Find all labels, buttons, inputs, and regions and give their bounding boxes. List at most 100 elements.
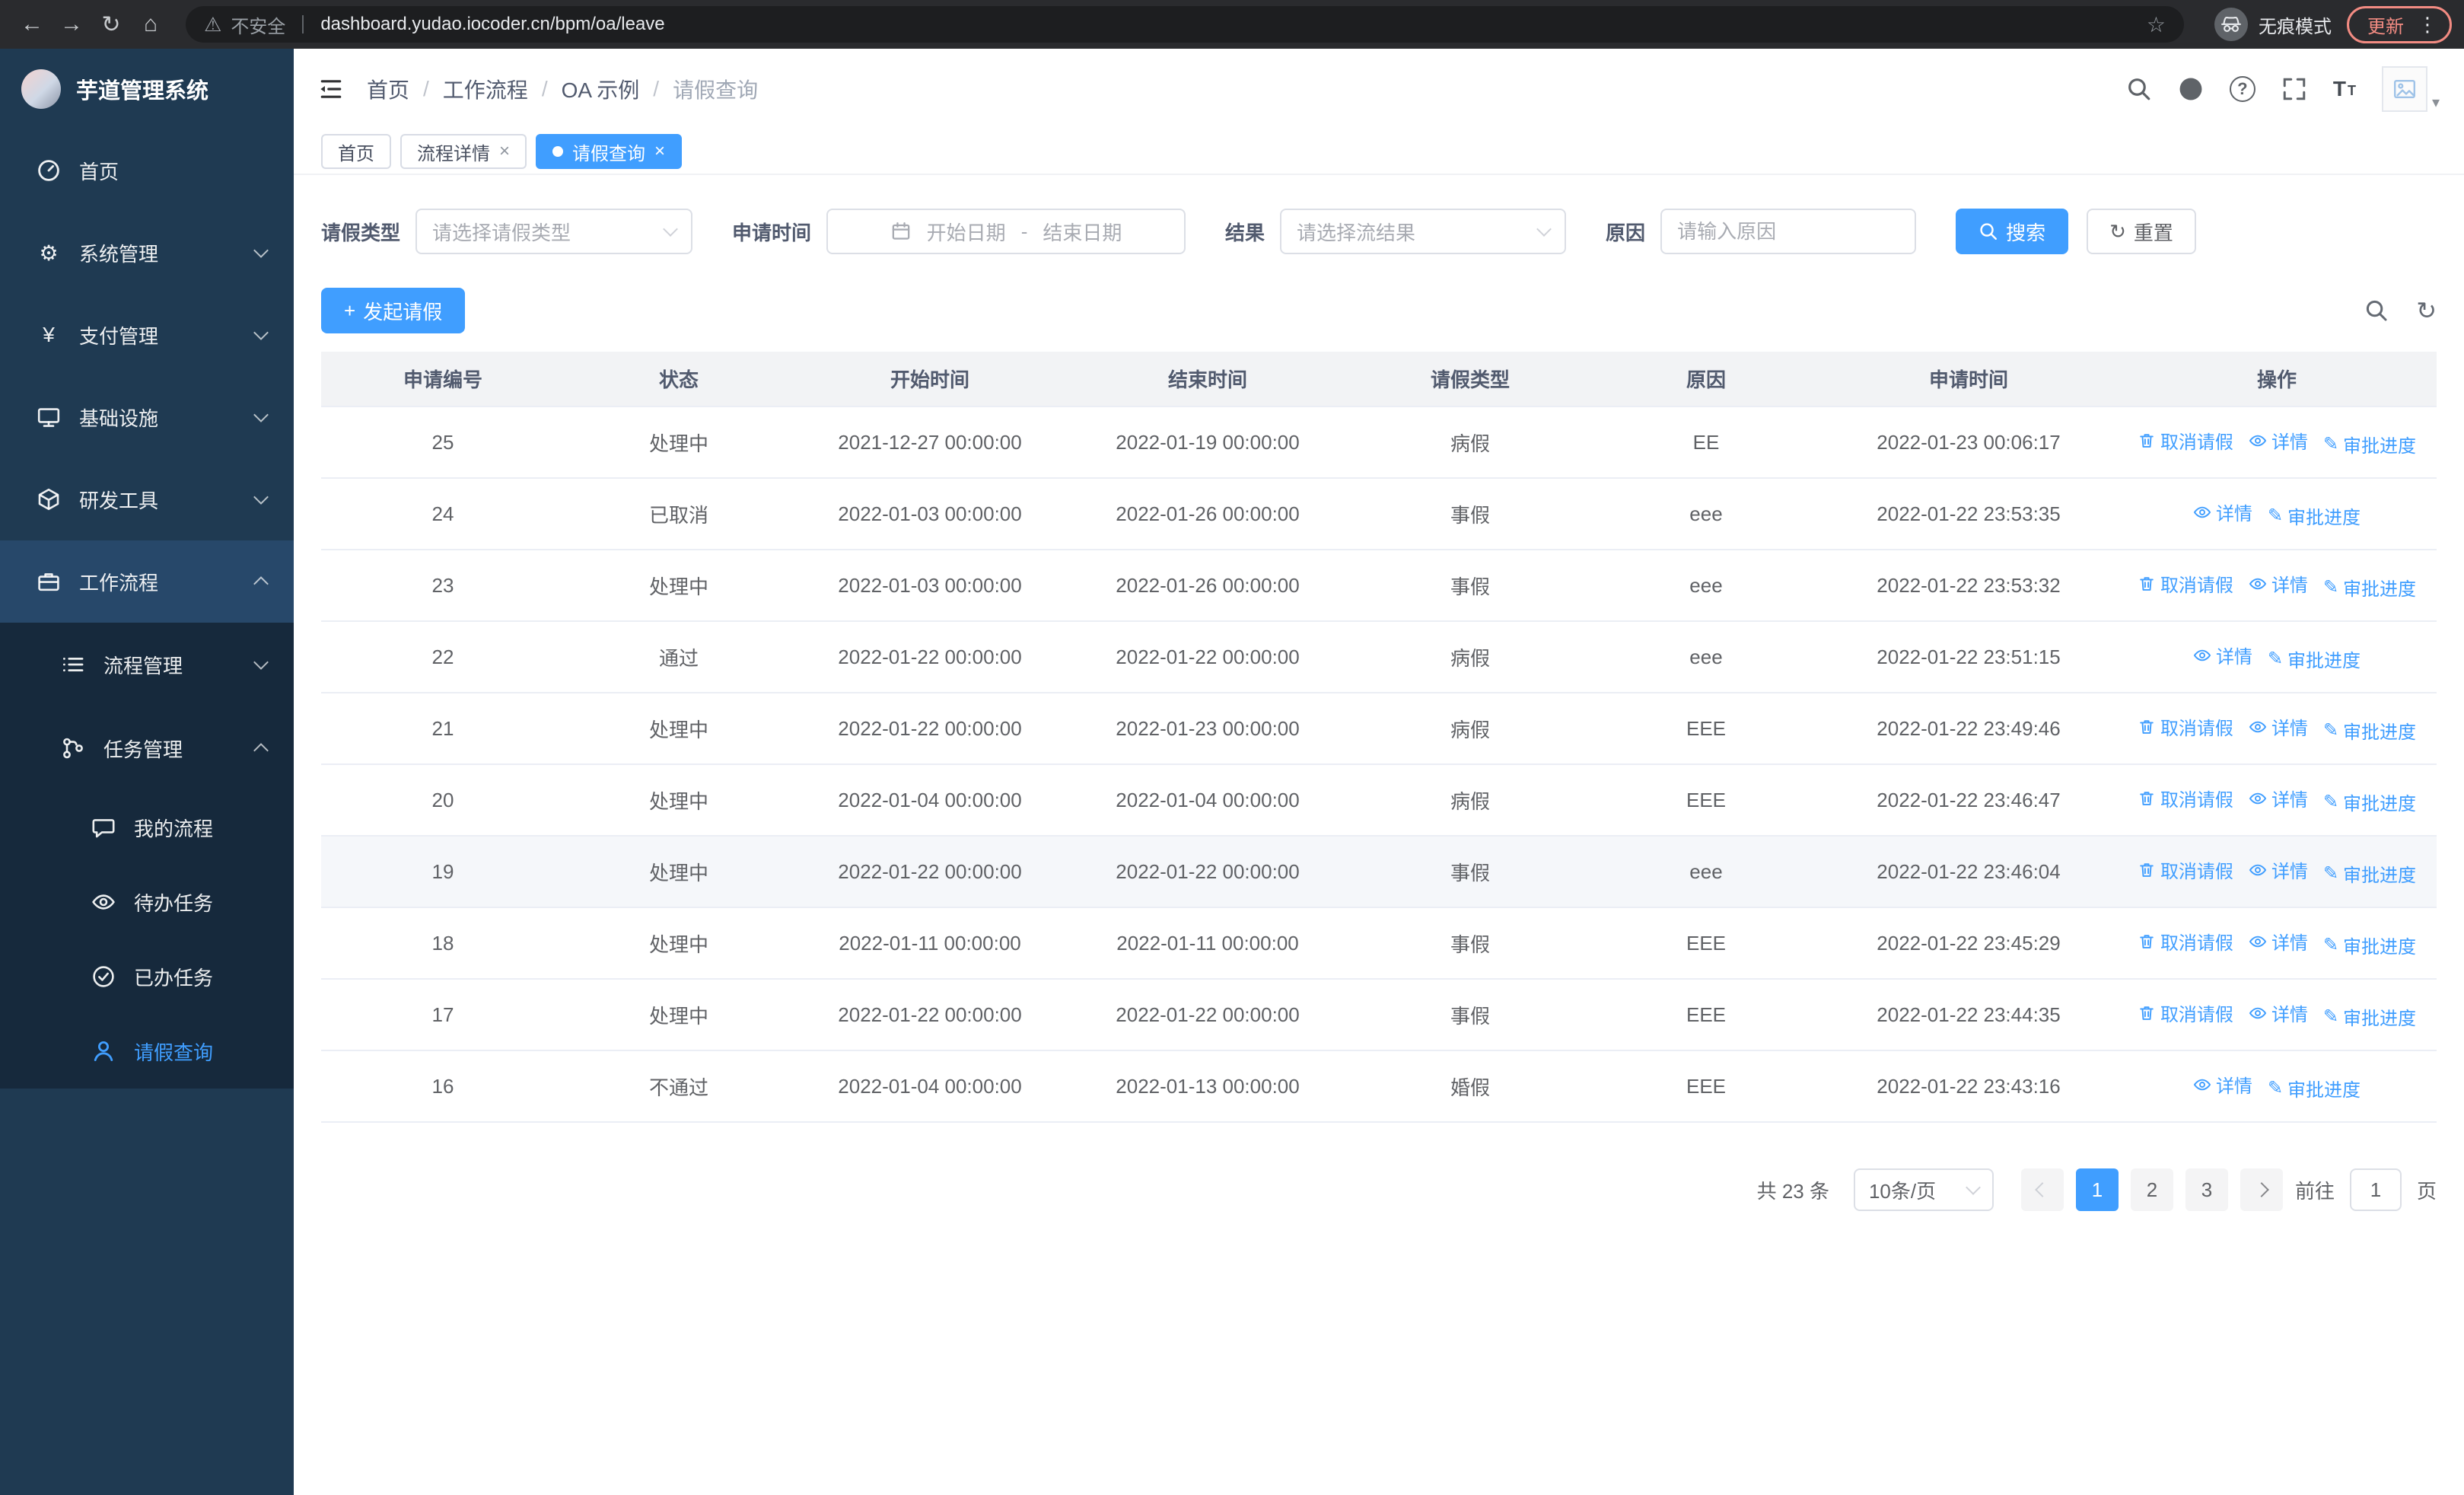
tab-leave-query[interactable]: 请假查询 × [536, 134, 683, 169]
sidebar-collapse-button[interactable] [318, 76, 344, 102]
eye-icon [2249, 575, 2267, 593]
fullscreen-icon[interactable] [2281, 76, 2307, 102]
search-button[interactable]: 搜索 [1956, 209, 2069, 254]
breadcrumb-item-home[interactable]: 首页 [367, 74, 409, 104]
search-toggle-icon[interactable] [2364, 298, 2389, 323]
sidebar-item-infrastructure[interactable]: 基础设施 [0, 376, 294, 458]
detail-link[interactable]: 详情 [2249, 713, 2308, 740]
cancel-leave-link[interactable]: 取消请假 [2138, 785, 2233, 811]
update-button[interactable]: 更新 ⋮ [2347, 5, 2452, 43]
tab-home[interactable]: 首页 [321, 134, 391, 169]
sidebar: 芋道管理系统 首页 ⚙ 系统管理 ¥ 支付管理 基础设施 研发工具 工作流程 流… [0, 49, 294, 1495]
tab-process-detail[interactable]: 流程详情 × [400, 134, 527, 169]
table-row[interactable]: 19 处理中 2022-01-22 00:00:00 2022-01-22 00… [321, 836, 2437, 908]
page-button-1[interactable]: 1 [2075, 1168, 2119, 1211]
sidebar-item-my-process[interactable]: 我的流程 [0, 790, 294, 865]
sidebar-item-process-mgmt[interactable]: 流程管理 [0, 623, 294, 706]
reload-icon[interactable]: ↻ [91, 5, 131, 44]
browser-menu-icon[interactable]: ⋮ [2418, 13, 2437, 37]
detail-link[interactable]: 详情 [2193, 642, 2252, 668]
approval-progress-link[interactable]: ✎ 审批进度 [2323, 717, 2416, 744]
detail-link[interactable]: 详情 [2249, 785, 2308, 811]
leave-type-select[interactable]: 请选择请假类型 [415, 209, 693, 254]
sidebar-item-task-mgmt[interactable]: 任务管理 [0, 706, 294, 790]
table-row[interactable]: 17 处理中 2022-01-22 00:00:00 2022-01-22 00… [321, 979, 2437, 1051]
goto-page-input[interactable] [2349, 1168, 2402, 1211]
approval-progress-link[interactable]: ✎ 审批进度 [2323, 574, 2416, 601]
approval-progress-link[interactable]: ✎ 审批进度 [2323, 1003, 2416, 1030]
apply-time-range-picker[interactable]: 开始日期 - 结束日期 [826, 209, 1186, 254]
detail-link[interactable]: 详情 [2193, 1071, 2252, 1098]
detail-link[interactable]: 详情 [2249, 928, 2308, 955]
start-date-placeholder: 开始日期 [926, 221, 1006, 244]
cancel-leave-link[interactable]: 取消请假 [2138, 928, 2233, 955]
refresh-icon[interactable]: ↻ [2416, 298, 2437, 323]
home-icon[interactable]: ⌂ [131, 5, 170, 44]
cancel-leave-link[interactable]: 取消请假 [2138, 999, 2233, 1026]
approval-progress-link[interactable]: ✎ 审批进度 [2268, 1075, 2361, 1101]
sidebar-item-home[interactable]: 首页 [0, 129, 294, 212]
create-leave-button[interactable]: + 发起请假 [321, 288, 466, 333]
table-row[interactable]: 24 已取消 2022-01-03 00:00:00 2022-01-26 00… [321, 478, 2437, 550]
detail-link[interactable]: 详情 [2249, 427, 2308, 454]
reset-button[interactable]: ↻ 重置 [2087, 209, 2196, 254]
forward-icon[interactable]: → [52, 5, 91, 44]
page-button-2[interactable]: 2 [2130, 1168, 2173, 1211]
table-row[interactable]: 18 处理中 2022-01-11 00:00:00 2022-01-11 00… [321, 907, 2437, 980]
sidebar-item-system-mgmt[interactable]: ⚙ 系统管理 [0, 212, 294, 294]
edit-icon: ✎ [2322, 719, 2339, 741]
table-row[interactable]: 25 处理中 2021-12-27 00:00:00 2022-01-19 00… [321, 406, 2437, 479]
approval-progress-link[interactable]: ✎ 审批进度 [2323, 860, 2416, 887]
security-label[interactable]: 不安全 [231, 11, 285, 38]
detail-link[interactable]: 详情 [2249, 570, 2308, 597]
col-apply-time: 申请时间 [1820, 352, 2117, 407]
user-icon [91, 1039, 116, 1063]
reason-input[interactable] [1660, 209, 1917, 254]
approval-progress-link[interactable]: ✎ 审批进度 [2323, 789, 2416, 815]
help-icon[interactable]: ? [2229, 76, 2255, 102]
detail-link[interactable]: 详情 [2249, 856, 2308, 883]
back-icon[interactable]: ← [12, 5, 52, 44]
sidebar-item-done-tasks[interactable]: 已办任务 [0, 939, 294, 1014]
approval-progress-link[interactable]: ✎ 审批进度 [2268, 502, 2361, 529]
table-row[interactable]: 20 处理中 2022-01-04 00:00:00 2022-01-04 00… [321, 764, 2437, 837]
table-row[interactable]: 23 处理中 2022-01-03 00:00:00 2022-01-26 00… [321, 550, 2437, 622]
github-icon[interactable] [2178, 76, 2204, 102]
approval-progress-link[interactable]: ✎ 审批进度 [2323, 431, 2416, 457]
approval-progress-link[interactable]: ✎ 审批进度 [2323, 932, 2416, 958]
close-icon[interactable]: × [654, 142, 665, 161]
search-icon[interactable] [2126, 76, 2152, 102]
sidebar-item-dev-tools[interactable]: 研发工具 [0, 458, 294, 540]
approval-progress-link[interactable]: ✎ 审批进度 [2268, 645, 2361, 672]
close-icon[interactable]: × [499, 142, 510, 161]
breadcrumb-item-oa-example[interactable]: OA 示例 [562, 74, 640, 104]
font-size-icon[interactable]: TT [2333, 78, 2356, 100]
eye-icon [91, 890, 116, 914]
app-logo[interactable]: 芋道管理系统 [0, 49, 294, 129]
sidebar-item-payment-mgmt[interactable]: ¥ 支付管理 [0, 294, 294, 376]
detail-link[interactable]: 详情 [2249, 999, 2308, 1026]
cancel-leave-link[interactable]: 取消请假 [2138, 427, 2233, 454]
table-row[interactable]: 16 不通过 2022-01-04 00:00:00 2022-01-13 00… [321, 1050, 2437, 1123]
sidebar-item-leave-query[interactable]: 请假查询 [0, 1014, 294, 1089]
url-bar[interactable]: ⚠ 不安全 dashboard.yudao.iocoder.cn/bpm/oa/… [186, 6, 2184, 43]
user-avatar[interactable]: ▾ [2381, 66, 2440, 112]
prev-page-button[interactable] [2020, 1168, 2064, 1211]
breadcrumb: 首页 / 工作流程 / OA 示例 / 请假查询 [367, 74, 2103, 104]
page-size-select[interactable]: 10条/页 [1853, 1168, 1994, 1211]
sidebar-item-workflow[interactable]: 工作流程 [0, 540, 294, 623]
bookmark-star-icon[interactable]: ☆ [2147, 12, 2166, 37]
cancel-leave-link[interactable]: 取消请假 [2138, 856, 2233, 883]
table-row[interactable]: 21 处理中 2022-01-22 00:00:00 2022-01-23 00… [321, 693, 2437, 765]
sidebar-item-todo-tasks[interactable]: 待办任务 [0, 865, 294, 939]
breadcrumb-item-workflow[interactable]: 工作流程 [443, 74, 528, 104]
result-select[interactable]: 请选择流结果 [1280, 209, 1567, 254]
detail-link[interactable]: 详情 [2193, 499, 2252, 525]
next-page-button[interactable] [2240, 1168, 2283, 1211]
page-button-3[interactable]: 3 [2185, 1168, 2228, 1211]
table-row[interactable]: 22 通过 2022-01-22 00:00:00 2022-01-22 00:… [321, 621, 2437, 693]
cancel-leave-link[interactable]: 取消请假 [2138, 570, 2233, 597]
cancel-leave-link[interactable]: 取消请假 [2138, 713, 2233, 740]
eye-icon [2193, 646, 2211, 665]
chevron-down-icon [1536, 222, 1552, 237]
